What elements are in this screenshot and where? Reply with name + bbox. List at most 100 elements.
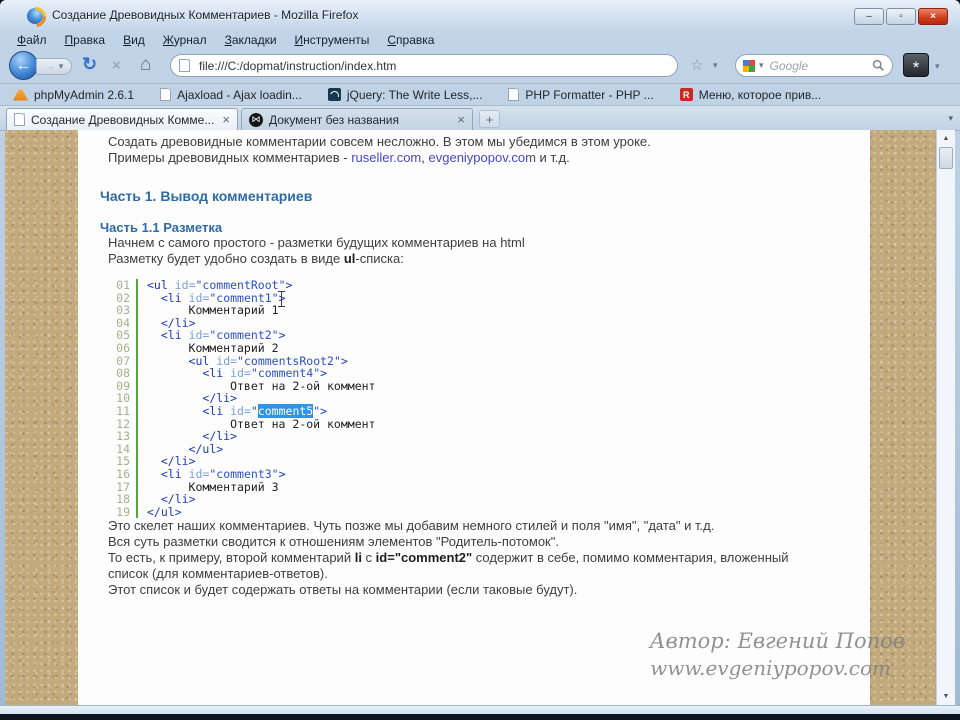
page-favicon-icon	[179, 59, 190, 72]
scroll-up-icon[interactable]: ▲	[937, 131, 955, 146]
minimize-button[interactable]: –	[854, 8, 884, 25]
inline-bold: id="comment2"	[375, 550, 473, 566]
paragraph-with-links[interactable]: Примеры древовидных комментариев - rusel…	[108, 150, 830, 166]
bookmark-label: PHP Formatter - PHP ...	[525, 87, 654, 102]
bookmark-item[interactable]: R Меню, которое прив...	[679, 87, 822, 102]
tab-close-icon[interactable]: ×	[222, 113, 230, 126]
menu-bar: Файл Правка Вид Журнал Закладки Инструменты Сп…	[0, 30, 960, 49]
code-line: 18 </li>	[116, 492, 196, 507]
selected-text: comment5	[257, 403, 314, 418]
menu-bookmarks[interactable]: Закладки	[216, 32, 286, 48]
tab-title: Документ без названия	[269, 112, 399, 127]
chevron-down-icon[interactable]: ▾	[935, 61, 940, 72]
bookmark-item[interactable]: Ajaxload - Ajax loadin...	[160, 88, 302, 102]
maximize-button[interactable]: ▫	[886, 8, 916, 25]
back-button[interactable]: ←	[9, 51, 38, 80]
code-line: 11 <li id="comment5">	[116, 403, 328, 418]
bookmark-label: Ajaxload - Ajax loadin...	[177, 87, 302, 102]
window-bottom-edge	[0, 714, 960, 720]
bookmark-item[interactable]: phpMyAdmin 2.6.1	[13, 88, 134, 102]
search-bar[interactable]: ▾	[735, 54, 893, 77]
vertical-scrollbar[interactable]: ▲ ▼	[936, 130, 955, 705]
url-input[interactable]	[197, 57, 669, 74]
menu-tools[interactable]: Инструменты	[286, 32, 379, 48]
inline-link[interactable]: evgeniypopov.com	[429, 150, 536, 165]
bookmark-label: phpMyAdmin 2.6.1	[34, 87, 135, 102]
menu-history[interactable]: Журнал	[154, 32, 216, 48]
inline-link[interactable]: ruseller.com	[351, 150, 421, 165]
paragraph: Создать древовидные комментарии совсем н…	[108, 134, 651, 149]
search-input[interactable]	[767, 57, 868, 74]
section-heading: Часть 1. Вывод комментариев	[100, 188, 313, 204]
watermark-site: www.evgeniypopov.com	[650, 656, 891, 680]
tab[interactable]: Создание Древовидных Комме... ×	[6, 108, 238, 130]
code-line: 16 <li id="comment3">	[116, 466, 286, 481]
addon-button[interactable]: *	[903, 53, 929, 77]
location-bar[interactable]	[170, 54, 678, 77]
bookmarks-bar: phpMyAdmin 2.6.1 Ajaxload - Ajax loadin..…	[0, 84, 960, 106]
firefox-icon	[27, 8, 43, 24]
scroll-down-icon[interactable]: ▼	[937, 689, 955, 704]
stop-button[interactable]: ×	[112, 57, 121, 74]
window-controls: – ▫ ×	[854, 8, 948, 25]
navigation-toolbar: ← → ▾ ↻ × ⌂ ☆ ▾ ▾	[0, 49, 960, 84]
code-line: 03 Комментарий 1	[116, 303, 279, 318]
menu-view[interactable]: Вид	[114, 32, 154, 48]
inline-bold: li	[354, 550, 362, 566]
paragraph: То есть, к примеру, второй комментарий l…	[108, 550, 789, 582]
page-icon	[508, 88, 520, 101]
r-badge-icon: R	[679, 88, 693, 101]
watermark-author: Автор: Евгений Попов	[649, 629, 905, 653]
code-line: 17 Комментарий 3	[116, 479, 279, 494]
tab-strip: ⋈ Документ без названия × Создание Древовид…	[0, 106, 960, 131]
paragraph: Начнем с самого простого - разметки буду…	[108, 235, 525, 250]
bookmark-star-icon[interactable]: ☆	[690, 56, 703, 74]
paragraph: Разметку будет удобно создать в виде ul-…	[108, 251, 404, 266]
page-icon	[14, 113, 25, 126]
code-block: 01 <ul id="commentRoot"> 02 <li id="commen…	[108, 279, 830, 519]
asterisk-icon: *	[912, 58, 920, 77]
page-icon	[160, 88, 172, 101]
reload-button[interactable]: ↻	[82, 54, 97, 75]
new-tab-button[interactable]: +	[479, 110, 500, 128]
paragraph: Это скелет наших комментариев. Чуть позж…	[108, 518, 715, 534]
phpmyadmin-icon	[13, 89, 28, 101]
author-watermark: Автор: Евгений Попов www.evgeniypopov.co…	[650, 628, 905, 682]
chevron-down-icon[interactable]: ▾	[713, 60, 718, 71]
list-all-tabs-icon[interactable]: ▾	[948, 113, 953, 124]
page-content: Создать древовидные комментарии совсем н…	[78, 130, 870, 705]
forward-arrow-icon: →	[44, 61, 55, 72]
jquery-icon	[327, 88, 341, 101]
code-line: 19 </ul>	[116, 504, 182, 519]
text-cursor-icon	[277, 291, 286, 307]
code-line: 08 <li id="comment4">	[116, 366, 328, 381]
document-app-icon: ⋈	[249, 112, 263, 127]
inline-bold: ul	[343, 251, 356, 266]
bookmark-label: Меню, которое прив...	[698, 87, 822, 102]
bookmark-item[interactable]: jQuery: The Write Less,...	[327, 87, 483, 102]
search-magnifier-icon[interactable]	[872, 59, 885, 72]
home-button[interactable]: ⌂	[140, 54, 151, 76]
google-icon	[743, 59, 755, 72]
bookmark-label: jQuery: The Write Less,...	[346, 87, 483, 102]
window-title: Создание Древовидных Комментариев - Mozi…	[52, 8, 359, 22]
tab-title: Создание Древовидных Комме...	[31, 112, 215, 127]
scrollbar-thumb[interactable]	[939, 147, 953, 169]
browser-window: Создание Древовидных Комментариев - Mozi…	[0, 0, 960, 720]
close-button[interactable]: ×	[918, 8, 948, 25]
chevron-down-icon[interactable]: ▾	[59, 61, 64, 72]
page-viewport: Создать древовидные комментарии совсем н…	[5, 130, 955, 705]
title-bar: Создание Древовидных Комментариев - Mozi…	[0, 0, 960, 30]
forward-button[interactable]: → ▾	[36, 58, 72, 75]
code-line: 14 </ul>	[116, 441, 224, 456]
tab[interactable]: ⋈ Документ без названия ×	[241, 108, 473, 130]
paragraph: Этот список и будет содержать ответы на …	[108, 582, 578, 598]
subsection-heading: Часть 1.1 Разметка	[100, 220, 223, 235]
menu-help[interactable]: Справка	[378, 32, 443, 48]
tab-close-icon[interactable]: ×	[457, 113, 465, 126]
bookmark-item[interactable]: PHP Formatter - PHP ...	[508, 87, 654, 102]
chevron-down-icon[interactable]: ▾	[759, 60, 764, 71]
menu-file[interactable]: Файл	[8, 32, 56, 48]
paragraph: Вся суть разметки сводится к отношениям …	[108, 534, 559, 550]
menu-edit[interactable]: Правка	[56, 32, 115, 48]
